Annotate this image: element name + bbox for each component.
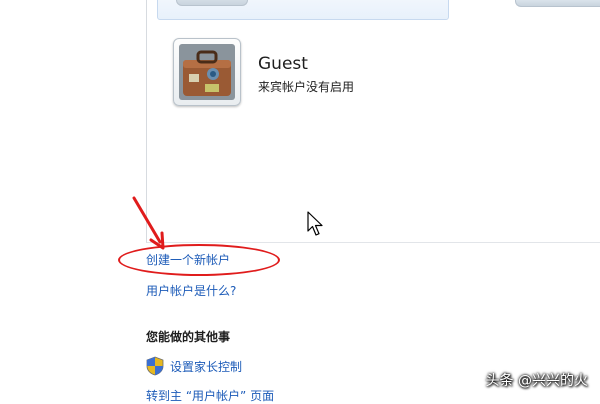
suitcase-icon (179, 44, 235, 100)
account-picture-partial (176, 0, 248, 6)
watermark: 头条 @兴兴的火 (485, 373, 588, 389)
guest-account-name: Guest (258, 54, 308, 74)
guest-account-picture (173, 38, 241, 106)
parental-controls-label: 设置家长控制 (170, 360, 243, 374)
mouse-pointer-icon (307, 211, 323, 236)
what-is-user-account-link[interactable]: 用户帐户是什么? (146, 282, 236, 299)
annotation-arrow (132, 196, 165, 250)
guest-account[interactable]: Guest 来宾帐户没有启用 (173, 38, 413, 108)
uac-shield-icon (146, 356, 164, 376)
guest-account-status: 来宾帐户没有启用 (258, 80, 355, 94)
account-picture-partial-right[interactable] (515, 0, 600, 7)
create-account-link[interactable]: 创建一个新帐户 (146, 251, 230, 268)
goto-user-accounts-link[interactable]: 转到主 “用户帐户” 页面 (146, 387, 274, 404)
other-tasks-heading: 您能做的其他事 (146, 330, 231, 344)
accounts-panel: Guest 来宾帐户没有启用 (146, 0, 600, 243)
selected-account-tile[interactable] (157, 0, 449, 20)
